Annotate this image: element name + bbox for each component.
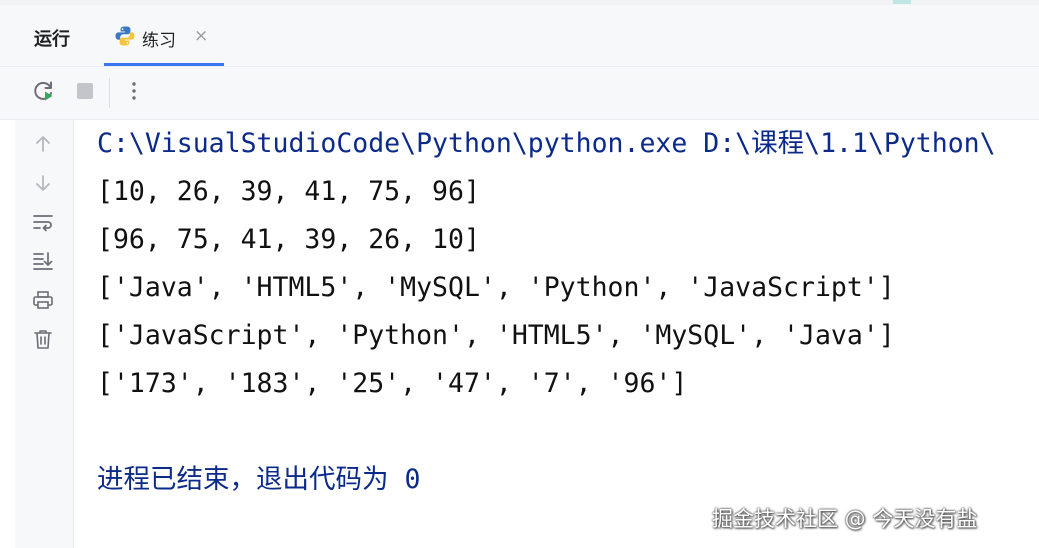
top-strip-marker bbox=[893, 0, 911, 4]
output-line: ['JavaScript', 'Python', 'HTML5', 'MySQL… bbox=[97, 320, 895, 351]
exit-message: 进程已结束，退出代码为 0 bbox=[97, 464, 421, 495]
output-line: [10, 26, 39, 41, 75, 96] bbox=[97, 176, 480, 207]
scroll-to-end-button[interactable] bbox=[29, 249, 57, 277]
trash-icon bbox=[33, 328, 53, 355]
toolbar-separator bbox=[109, 78, 110, 108]
arrow-down-icon bbox=[33, 173, 53, 198]
tab-label: 练习 bbox=[142, 31, 176, 51]
scroll-to-end-icon bbox=[32, 251, 54, 276]
rerun-icon bbox=[32, 79, 56, 108]
output-line: ['Java', 'HTML5', 'MySQL', 'Python', 'Ja… bbox=[97, 272, 895, 303]
scroll-up-button[interactable] bbox=[29, 132, 57, 160]
output-line: ['173', '183', '25', '47', '7', '96'] bbox=[97, 368, 688, 399]
print-icon bbox=[32, 290, 54, 315]
more-options-button[interactable] bbox=[120, 79, 148, 107]
run-tool-window-header: 运行 练习 × bbox=[0, 5, 1039, 67]
watermark: 掘金技术社区 @ 今天没有盐 bbox=[712, 507, 978, 531]
run-toolbar bbox=[0, 67, 1039, 120]
tool-window-title: 运行 bbox=[34, 29, 70, 50]
arrow-up-icon bbox=[33, 134, 53, 159]
command-line: C:\VisualStudioCode\Python\python.exe D:… bbox=[97, 128, 996, 159]
tab-run-config[interactable]: 练习 × bbox=[104, 5, 224, 66]
output-line: [96, 75, 41, 39, 26, 10] bbox=[97, 224, 480, 255]
stop-icon bbox=[75, 81, 95, 106]
rerun-button[interactable] bbox=[30, 79, 58, 107]
clear-all-button[interactable] bbox=[29, 327, 57, 355]
console-side-toolbar bbox=[15, 120, 74, 548]
active-tab-indicator bbox=[104, 63, 224, 66]
left-edge bbox=[0, 120, 15, 548]
print-button[interactable] bbox=[29, 288, 57, 316]
more-vertical-icon bbox=[130, 80, 138, 107]
stop-button[interactable] bbox=[71, 79, 99, 107]
soft-wrap-icon bbox=[32, 212, 54, 237]
console-output[interactable]: C:\VisualStudioCode\Python\python.exe D:… bbox=[74, 120, 1039, 548]
python-icon bbox=[114, 25, 136, 47]
close-icon[interactable]: × bbox=[194, 26, 208, 46]
soft-wrap-button[interactable] bbox=[29, 210, 57, 238]
scroll-down-button[interactable] bbox=[29, 171, 57, 199]
